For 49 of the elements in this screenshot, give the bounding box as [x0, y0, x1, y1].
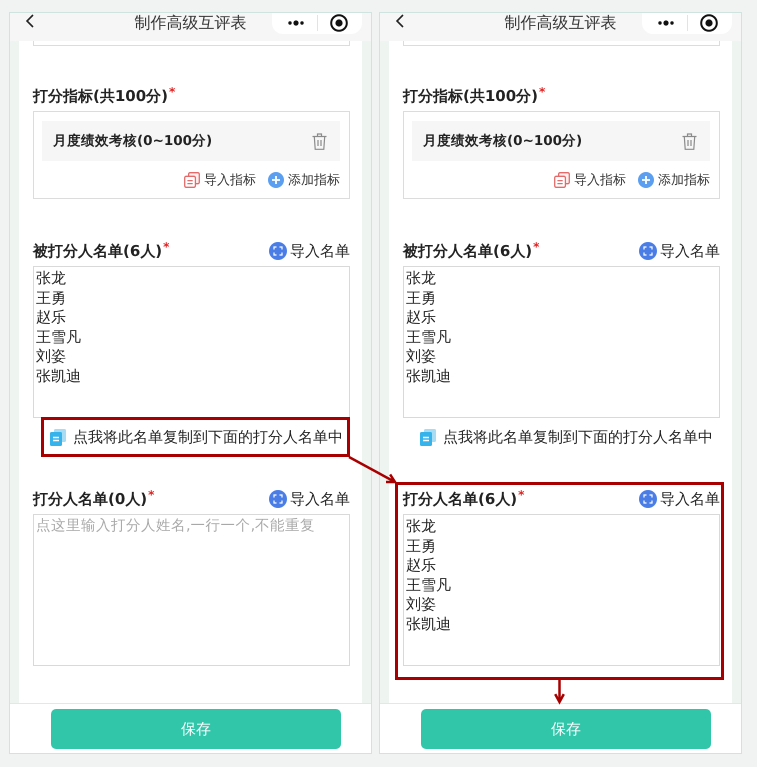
back-icon[interactable]	[26, 14, 34, 28]
more-icon[interactable]	[657, 20, 675, 26]
criteria-name: 月度绩效考核(0~100分)	[423, 132, 582, 150]
field-label: 打分人名单(0人)	[33, 489, 148, 509]
target-icon[interactable]	[330, 14, 348, 32]
page-title: 制作高级互评表	[134, 13, 246, 33]
text-area-field[interactable]: 张龙 王勇 赵乐 王雪凡 刘姿 张凯迪	[403, 266, 720, 418]
documents-icon	[184, 172, 200, 188]
field-label: 打分指标(共100分)	[33, 86, 168, 106]
import-list-button[interactable]: 导入名单	[269, 490, 350, 508]
copy-link[interactable]: 点我将此名单复制到下面的打分人名单中	[50, 428, 343, 446]
import-criteria-button[interactable]: 导入指标	[184, 171, 256, 189]
add-icon	[268, 172, 284, 188]
field-label: 打分指标(共100分)	[403, 86, 538, 106]
required-mark: *	[533, 241, 540, 253]
add-criteria-button[interactable]: 添加指标	[638, 171, 710, 189]
documents-icon	[554, 172, 570, 188]
import-criteria-button[interactable]: 导入指标	[554, 171, 626, 189]
required-mark: *	[539, 86, 546, 98]
copy-link[interactable]: 点我将此名单复制到下面的打分人名单中	[420, 428, 713, 446]
trash-icon[interactable]	[312, 132, 327, 150]
trash-icon[interactable]	[682, 132, 697, 150]
document-icon	[420, 428, 436, 446]
add-icon	[638, 172, 654, 188]
required-mark: *	[163, 241, 170, 253]
criteria-name: 月度绩效考核(0~100分)	[53, 132, 212, 150]
import-list-button[interactable]: 导入名单	[639, 242, 720, 260]
back-icon[interactable]	[396, 14, 404, 28]
field-label: 被打分人名单(6人)	[403, 241, 532, 261]
add-criteria-button[interactable]: 添加指标	[268, 171, 340, 189]
required-mark: *	[169, 86, 176, 98]
scan-icon	[639, 242, 657, 260]
page-title: 制作高级互评表	[504, 13, 616, 33]
import-list-button[interactable]: 导入名单	[639, 490, 720, 508]
document-icon	[50, 428, 66, 446]
field-label: 打分人名单(6人)	[403, 489, 518, 509]
text-area-field[interactable]: 张龙 王勇 赵乐 王雪凡 刘姿 张凯迪	[33, 266, 350, 418]
scan-icon	[269, 490, 287, 508]
import-list-button[interactable]: 导入名单	[269, 242, 350, 260]
scan-icon	[269, 242, 287, 260]
scan-icon	[639, 490, 657, 508]
input-field[interactable]	[33, 41, 350, 46]
text-area-field[interactable]: 张龙 王勇 赵乐 王雪凡 刘姿 张凯迪	[403, 514, 720, 666]
field-label: 被打分人名单(6人)	[33, 241, 162, 261]
more-icon[interactable]	[287, 20, 305, 26]
input-field[interactable]	[403, 41, 720, 46]
required-mark: *	[518, 489, 524, 501]
required-mark: *	[148, 489, 154, 501]
target-icon[interactable]	[700, 14, 718, 32]
